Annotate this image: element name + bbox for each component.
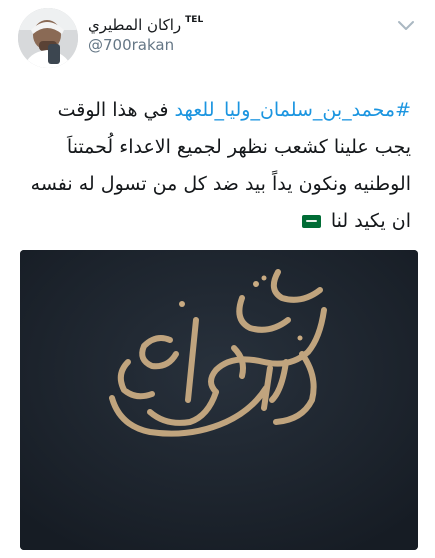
name-row: راكان المطيري TEL — [88, 14, 328, 36]
tweet-line-1: #محمد_بن_سلمان_وليا_للعهد في هذا الوقت — [11, 92, 411, 129]
tweet-line-2: يجب علينا كشعب نظهر لجميع الاعداء لُحمتن… — [66, 136, 411, 158]
tweet-line-4-text: ان يكيد لنا — [330, 210, 411, 232]
tweet-line-1-rest: في هذا الوقت — [57, 99, 175, 121]
tweet-card[interactable]: راكان المطيري TEL @700rakan #محمد_بن_سلم… — [0, 0, 435, 558]
saudi-flag-emoji — [301, 215, 321, 228]
hashtag-link[interactable]: #محمد_بن_سلمان_وليا_للعهد — [175, 99, 411, 121]
user-avatar-photo — [18, 8, 78, 68]
display-name[interactable]: راكان المطيري — [88, 16, 181, 34]
tweet-line-4: ان يكيد لنا — [11, 203, 411, 240]
tweet-media-image[interactable] — [20, 250, 418, 550]
name-tag: TEL — [185, 15, 204, 25]
avatar[interactable] — [18, 8, 78, 68]
tweet-header: راكان المطيري TEL @700rakan — [88, 14, 328, 54]
tweet-line-3: الوطنيه ونكون يداً بيد ضد كل من تسول له … — [30, 173, 411, 195]
tweet-text: #محمد_بن_سلمان_وليا_للعهد في هذا الوقت ي… — [11, 92, 411, 240]
chevron-down-icon[interactable] — [397, 20, 415, 32]
user-handle[interactable]: @700rakan — [88, 36, 328, 54]
calligraphy-image — [20, 250, 418, 550]
